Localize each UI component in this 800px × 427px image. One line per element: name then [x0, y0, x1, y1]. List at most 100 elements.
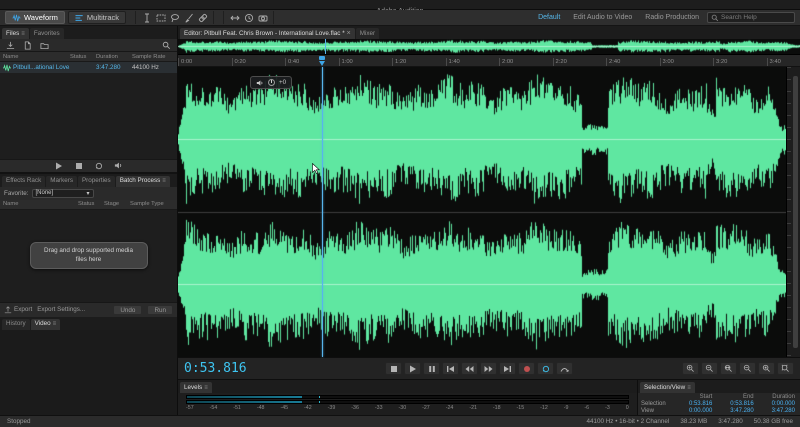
panel-menu-icon[interactable]: ≡ — [162, 176, 166, 186]
meter-left — [186, 395, 629, 399]
help-search-input[interactable] — [721, 14, 791, 21]
selection-duration[interactable]: 0:00.000 — [756, 401, 797, 408]
workspace-radio-production[interactable]: Radio Production — [640, 14, 704, 21]
overview-playhead[interactable] — [325, 39, 327, 54]
export-button[interactable]: Export — [4, 305, 32, 314]
slide-tool-icon[interactable] — [228, 11, 241, 24]
batch-process-panel: Effects Rack Markers Properties Batch Pr… — [0, 171, 177, 317]
selection-view-panel: Selection/View ≡ Start End Duration Sele… — [638, 380, 800, 416]
batch-header: Name Status Stage Sample Type — [0, 199, 177, 210]
favorite-dropdown[interactable]: [None] ▾ — [31, 188, 94, 198]
stop-button[interactable] — [385, 362, 402, 375]
file-sample-rate: 44100 Hz — [132, 64, 159, 71]
tab-editor[interactable]: Editor: Pitbull Feat. Chris Brown - Inte… — [180, 28, 355, 39]
new-file-icon[interactable] — [21, 39, 34, 52]
run-button[interactable]: Run — [147, 304, 173, 315]
panel-menu-icon[interactable]: ≡ — [21, 29, 25, 39]
skip-back-button[interactable] — [442, 362, 459, 375]
pause-button[interactable] — [423, 362, 440, 375]
snapshot-icon[interactable] — [256, 11, 269, 24]
main-toolbar: Waveform Multitrack Default Edit Audio t… — [0, 10, 800, 26]
record-button[interactable] — [518, 362, 535, 375]
amplitude-scale[interactable] — [786, 67, 800, 357]
file-size: 38.23 MB — [680, 418, 708, 425]
zoom-selection-icon[interactable] — [758, 362, 775, 375]
play-button[interactable] — [404, 362, 421, 375]
files-search-icon[interactable] — [160, 39, 173, 52]
tab-properties[interactable]: Properties — [77, 175, 115, 187]
file-format: 44100 Hz • 16-bit • 2 Channel — [586, 418, 670, 425]
clock-icon[interactable] — [242, 11, 255, 24]
batch-tabstrip: Effects Rack Markers Properties Batch Pr… — [0, 173, 177, 187]
view-start[interactable]: 0:00.000 — [673, 408, 714, 415]
export-settings-button[interactable]: Export Settings... — [37, 306, 85, 313]
volume-knob[interactable] — [267, 79, 275, 86]
spot-healing-tool-icon[interactable] — [196, 11, 209, 24]
view-end[interactable]: 3:47.280 — [714, 408, 755, 415]
help-search — [707, 12, 795, 23]
tool-group-selection — [135, 11, 214, 24]
playback-state: Stopped — [7, 418, 31, 425]
preview-play-icon[interactable] — [52, 159, 65, 172]
fast-forward-button[interactable] — [480, 362, 497, 375]
tab-video[interactable]: Video ≡ — [30, 318, 61, 330]
chevron-down-icon: ▾ — [86, 190, 90, 197]
zoom-in-icon[interactable] — [682, 362, 699, 375]
tab-favorites[interactable]: Favorites — [29, 28, 64, 39]
loop-playback-button[interactable] — [537, 362, 554, 375]
lower-tabstrip: History Video ≡ — [0, 316, 177, 330]
open-folder-icon[interactable] — [38, 39, 51, 52]
lasso-selection-tool-icon[interactable] — [168, 11, 181, 24]
undo-button[interactable]: Undo — [113, 304, 143, 315]
time-selection-tool-icon[interactable] — [140, 11, 153, 24]
overview-waveform-canvas[interactable] — [178, 39, 800, 54]
marquee-selection-tool-icon[interactable] — [154, 11, 167, 24]
panel-menu-icon[interactable]: ≡ — [687, 383, 691, 393]
tab-effects-rack[interactable]: Effects Rack — [2, 175, 46, 187]
level-meter[interactable]: -57 -54 -51 -48 -45 -42 -39 -36 -33 -30 -27 -24 -21-… — [178, 393, 637, 415]
preview-loop-icon[interactable] — [92, 159, 105, 172]
workspace-edit-audio-to-video[interactable]: Edit Audio to Video — [568, 14, 637, 21]
time-display[interactable]: 0:53.816 — [184, 361, 276, 376]
waveform-area: +0 — [178, 67, 800, 357]
selection-end[interactable]: 0:53.816 — [714, 401, 755, 408]
tab-selection-view[interactable]: Selection/View ≡ — [640, 382, 695, 393]
mouse-cursor — [311, 162, 321, 175]
status-bar: Stopped 44100 Hz • 16-bit • 2 Channel 38… — [0, 415, 800, 427]
zoom-in-horizontal-icon[interactable] — [720, 362, 737, 375]
zoom-out-icon[interactable] — [701, 362, 718, 375]
multitrack-icon — [75, 14, 84, 22]
tab-mixer[interactable]: Mixer — [355, 28, 380, 39]
waveform-view-button[interactable]: Waveform — [5, 11, 65, 24]
workspace-default[interactable]: Default — [533, 14, 565, 21]
file-row[interactable]: Pitbull...ational Love.flac 3:47.280 441… — [0, 62, 177, 73]
playhead-line[interactable] — [321, 67, 323, 357]
timeline-ruler[interactable]: 0:00 0:20 0:40 1:00 1:20 1:40 2:00 2:20 … — [178, 55, 800, 67]
skip-selection-button[interactable] — [556, 362, 573, 375]
panel-menu-icon[interactable]: ≡ — [53, 319, 57, 329]
tab-history[interactable]: History — [2, 318, 30, 330]
tab-files[interactable]: Files ≡ — [2, 28, 29, 39]
multitrack-view-button[interactable]: Multitrack — [67, 11, 126, 24]
waveform-canvas[interactable] — [178, 67, 786, 357]
tab-markers[interactable]: Markers — [46, 175, 77, 187]
file-duration: 3:47.280 — [718, 418, 743, 425]
view-duration[interactable]: 3:47.280 — [756, 408, 797, 415]
overview-strip[interactable] — [178, 39, 800, 55]
tab-levels[interactable]: Levels ≡ — [180, 382, 212, 393]
tab-batch-process[interactable]: Batch Process ≡ — [115, 175, 170, 187]
close-icon[interactable]: × — [347, 29, 351, 39]
zoom-full-icon[interactable] — [777, 362, 794, 375]
selection-start[interactable]: 0:53.816 — [673, 401, 714, 408]
skip-forward-button[interactable] — [499, 362, 516, 375]
batch-drop-area[interactable]: Drag and drop supported media files here — [0, 209, 177, 302]
rewind-button[interactable] — [461, 362, 478, 375]
playhead-handle[interactable] — [318, 56, 325, 60]
zoom-out-horizontal-icon[interactable] — [739, 362, 756, 375]
preview-stop-icon[interactable] — [72, 159, 85, 172]
speaker-icon[interactable] — [112, 159, 125, 172]
import-file-icon[interactable] — [4, 39, 17, 52]
paintbrush-tool-icon[interactable] — [182, 11, 195, 24]
panel-menu-icon[interactable]: ≡ — [204, 383, 208, 393]
amplitude-scrollbar[interactable] — [793, 75, 798, 349]
